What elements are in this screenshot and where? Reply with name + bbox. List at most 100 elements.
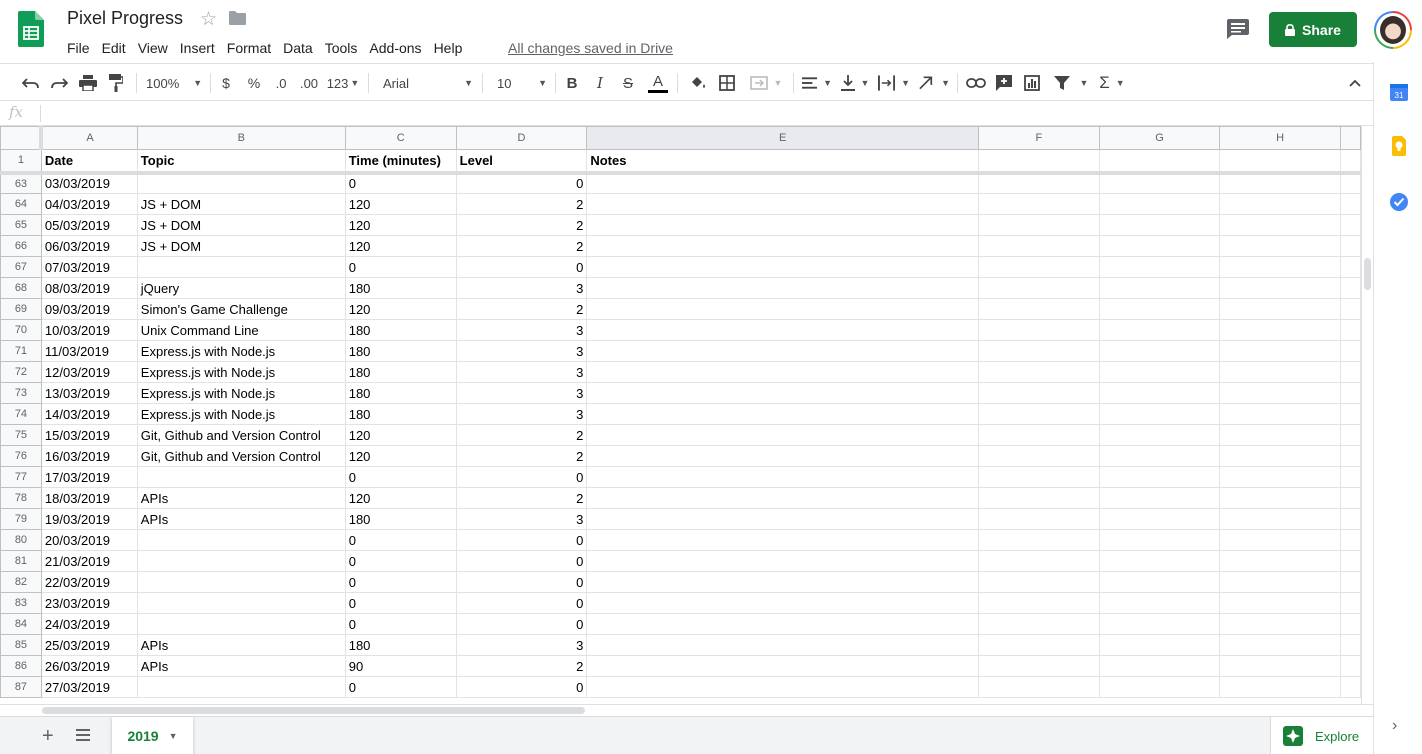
cell-date[interactable]: 11/03/2019 (40, 340, 138, 362)
cell-topic[interactable]: Express.js with Node.js (136, 382, 346, 404)
cell[interactable] (1098, 445, 1221, 467)
cell-level[interactable]: 0 (455, 529, 588, 551)
cell-time[interactable]: 120 (344, 298, 457, 320)
cell[interactable] (1219, 193, 1341, 215)
row-number[interactable]: 86 (0, 655, 42, 677)
cell-date[interactable]: 06/03/2019 (40, 235, 138, 257)
cell[interactable] (1219, 256, 1341, 278)
formula-bar[interactable]: fx (0, 101, 1373, 126)
cell[interactable] (1339, 214, 1361, 236)
column-header-b[interactable]: B (136, 126, 346, 150)
cell[interactable] (1219, 550, 1341, 572)
cell-topic[interactable]: Git, Github and Version Control (136, 424, 346, 446)
menu-format[interactable]: Format (222, 38, 276, 58)
more-formats-select[interactable]: 123 ▼ (326, 72, 360, 94)
row-number[interactable]: 74 (0, 403, 42, 425)
cell-time[interactable]: 180 (344, 340, 457, 362)
cell[interactable] (1219, 319, 1341, 341)
cell[interactable] (1219, 466, 1341, 488)
cell-notes[interactable] (586, 571, 980, 593)
cell-notes[interactable] (586, 445, 980, 467)
cell[interactable] (978, 149, 1100, 175)
cell[interactable] (978, 319, 1100, 341)
row-number[interactable]: 75 (0, 424, 42, 446)
column-header-h[interactable]: H (1219, 126, 1341, 150)
cell-date[interactable]: 23/03/2019 (40, 592, 138, 614)
cell-time[interactable]: 180 (344, 634, 457, 656)
cell-topic[interactable]: Git, Github and Version Control (136, 445, 346, 467)
cell-time[interactable]: 120 (344, 445, 457, 467)
cell[interactable] (1339, 550, 1361, 572)
cell-notes[interactable] (586, 319, 980, 341)
cell[interactable] (978, 235, 1100, 257)
cell-time[interactable]: 180 (344, 319, 457, 341)
cell-date[interactable]: 07/03/2019 (40, 256, 138, 278)
cell[interactable] (978, 361, 1100, 383)
cell-topic[interactable]: APIs (136, 487, 346, 509)
cell[interactable] (1098, 256, 1221, 278)
cell[interactable] (1339, 172, 1361, 194)
avatar[interactable] (1374, 11, 1412, 49)
cell-topic[interactable]: JS + DOM (136, 235, 346, 257)
functions-icon[interactable]: Σ ▼ (1097, 72, 1127, 94)
cell[interactable] (1098, 235, 1221, 257)
cell-level[interactable]: 3 (455, 634, 588, 656)
cell-date[interactable]: 15/03/2019 (40, 424, 138, 446)
row-number[interactable]: 69 (0, 298, 42, 320)
insert-chart-icon[interactable] (1021, 72, 1043, 94)
cell[interactable] (1219, 592, 1341, 614)
menu-help[interactable]: Help (429, 38, 468, 58)
row-number[interactable]: 65 (0, 214, 42, 236)
row-number[interactable]: 77 (0, 466, 42, 488)
cell[interactable] (1339, 256, 1361, 278)
cell-date[interactable]: 12/03/2019 (40, 361, 138, 383)
calendar-icon[interactable]: 31 (1389, 82, 1409, 102)
cell-notes[interactable] (586, 529, 980, 551)
cell-notes[interactable] (586, 487, 980, 509)
cell-level[interactable]: 0 (455, 172, 588, 194)
share-button[interactable]: Share (1269, 12, 1357, 47)
cell-topic[interactable] (136, 529, 346, 551)
column-header-c[interactable]: C (344, 126, 457, 150)
cell-date[interactable]: 16/03/2019 (40, 445, 138, 467)
cell[interactable] (1098, 277, 1221, 299)
redo-icon[interactable] (48, 72, 70, 94)
cell[interactable] (1219, 634, 1341, 656)
menu-file[interactable]: File (62, 38, 95, 58)
cell[interactable] (978, 508, 1100, 530)
cell[interactable] (1219, 445, 1341, 467)
document-title[interactable]: Pixel Progress (67, 8, 183, 29)
cell-notes[interactable] (586, 676, 980, 698)
cell-time[interactable]: 0 (344, 529, 457, 551)
cell[interactable] (1339, 149, 1361, 175)
borders-icon[interactable] (717, 72, 737, 94)
cell-notes[interactable] (586, 466, 980, 488)
cell-notes[interactable] (586, 655, 980, 677)
row-number[interactable]: 83 (0, 592, 42, 614)
cell[interactable] (1219, 361, 1341, 383)
cell[interactable] (978, 592, 1100, 614)
star-icon[interactable]: ☆ (200, 8, 217, 31)
cell-level[interactable]: 0 (455, 256, 588, 278)
cell[interactable] (978, 466, 1100, 488)
cell[interactable] (978, 445, 1100, 467)
cell-notes[interactable] (586, 382, 980, 404)
cell[interactable] (1098, 508, 1221, 530)
cell[interactable] (1098, 571, 1221, 593)
tasks-icon[interactable] (1389, 192, 1409, 212)
cell-date[interactable]: 05/03/2019 (40, 214, 138, 236)
row-number[interactable]: 64 (0, 193, 42, 215)
vertical-align-icon[interactable]: ▼ (840, 72, 870, 94)
insert-comment-icon[interactable] (993, 72, 1015, 94)
cell-topic[interactable] (136, 571, 346, 593)
cell-topic[interactable] (136, 676, 346, 698)
cell[interactable] (978, 256, 1100, 278)
chevron-right-icon[interactable]: › (1392, 717, 1397, 735)
cell-date[interactable]: 09/03/2019 (40, 298, 138, 320)
cell-time[interactable]: 120 (344, 193, 457, 215)
row-number[interactable]: 1 (0, 149, 42, 175)
cell[interactable] (1098, 319, 1221, 341)
cell-date[interactable]: 18/03/2019 (40, 487, 138, 509)
cell[interactable] (1098, 655, 1221, 677)
cell-time[interactable]: 0 (344, 172, 457, 194)
